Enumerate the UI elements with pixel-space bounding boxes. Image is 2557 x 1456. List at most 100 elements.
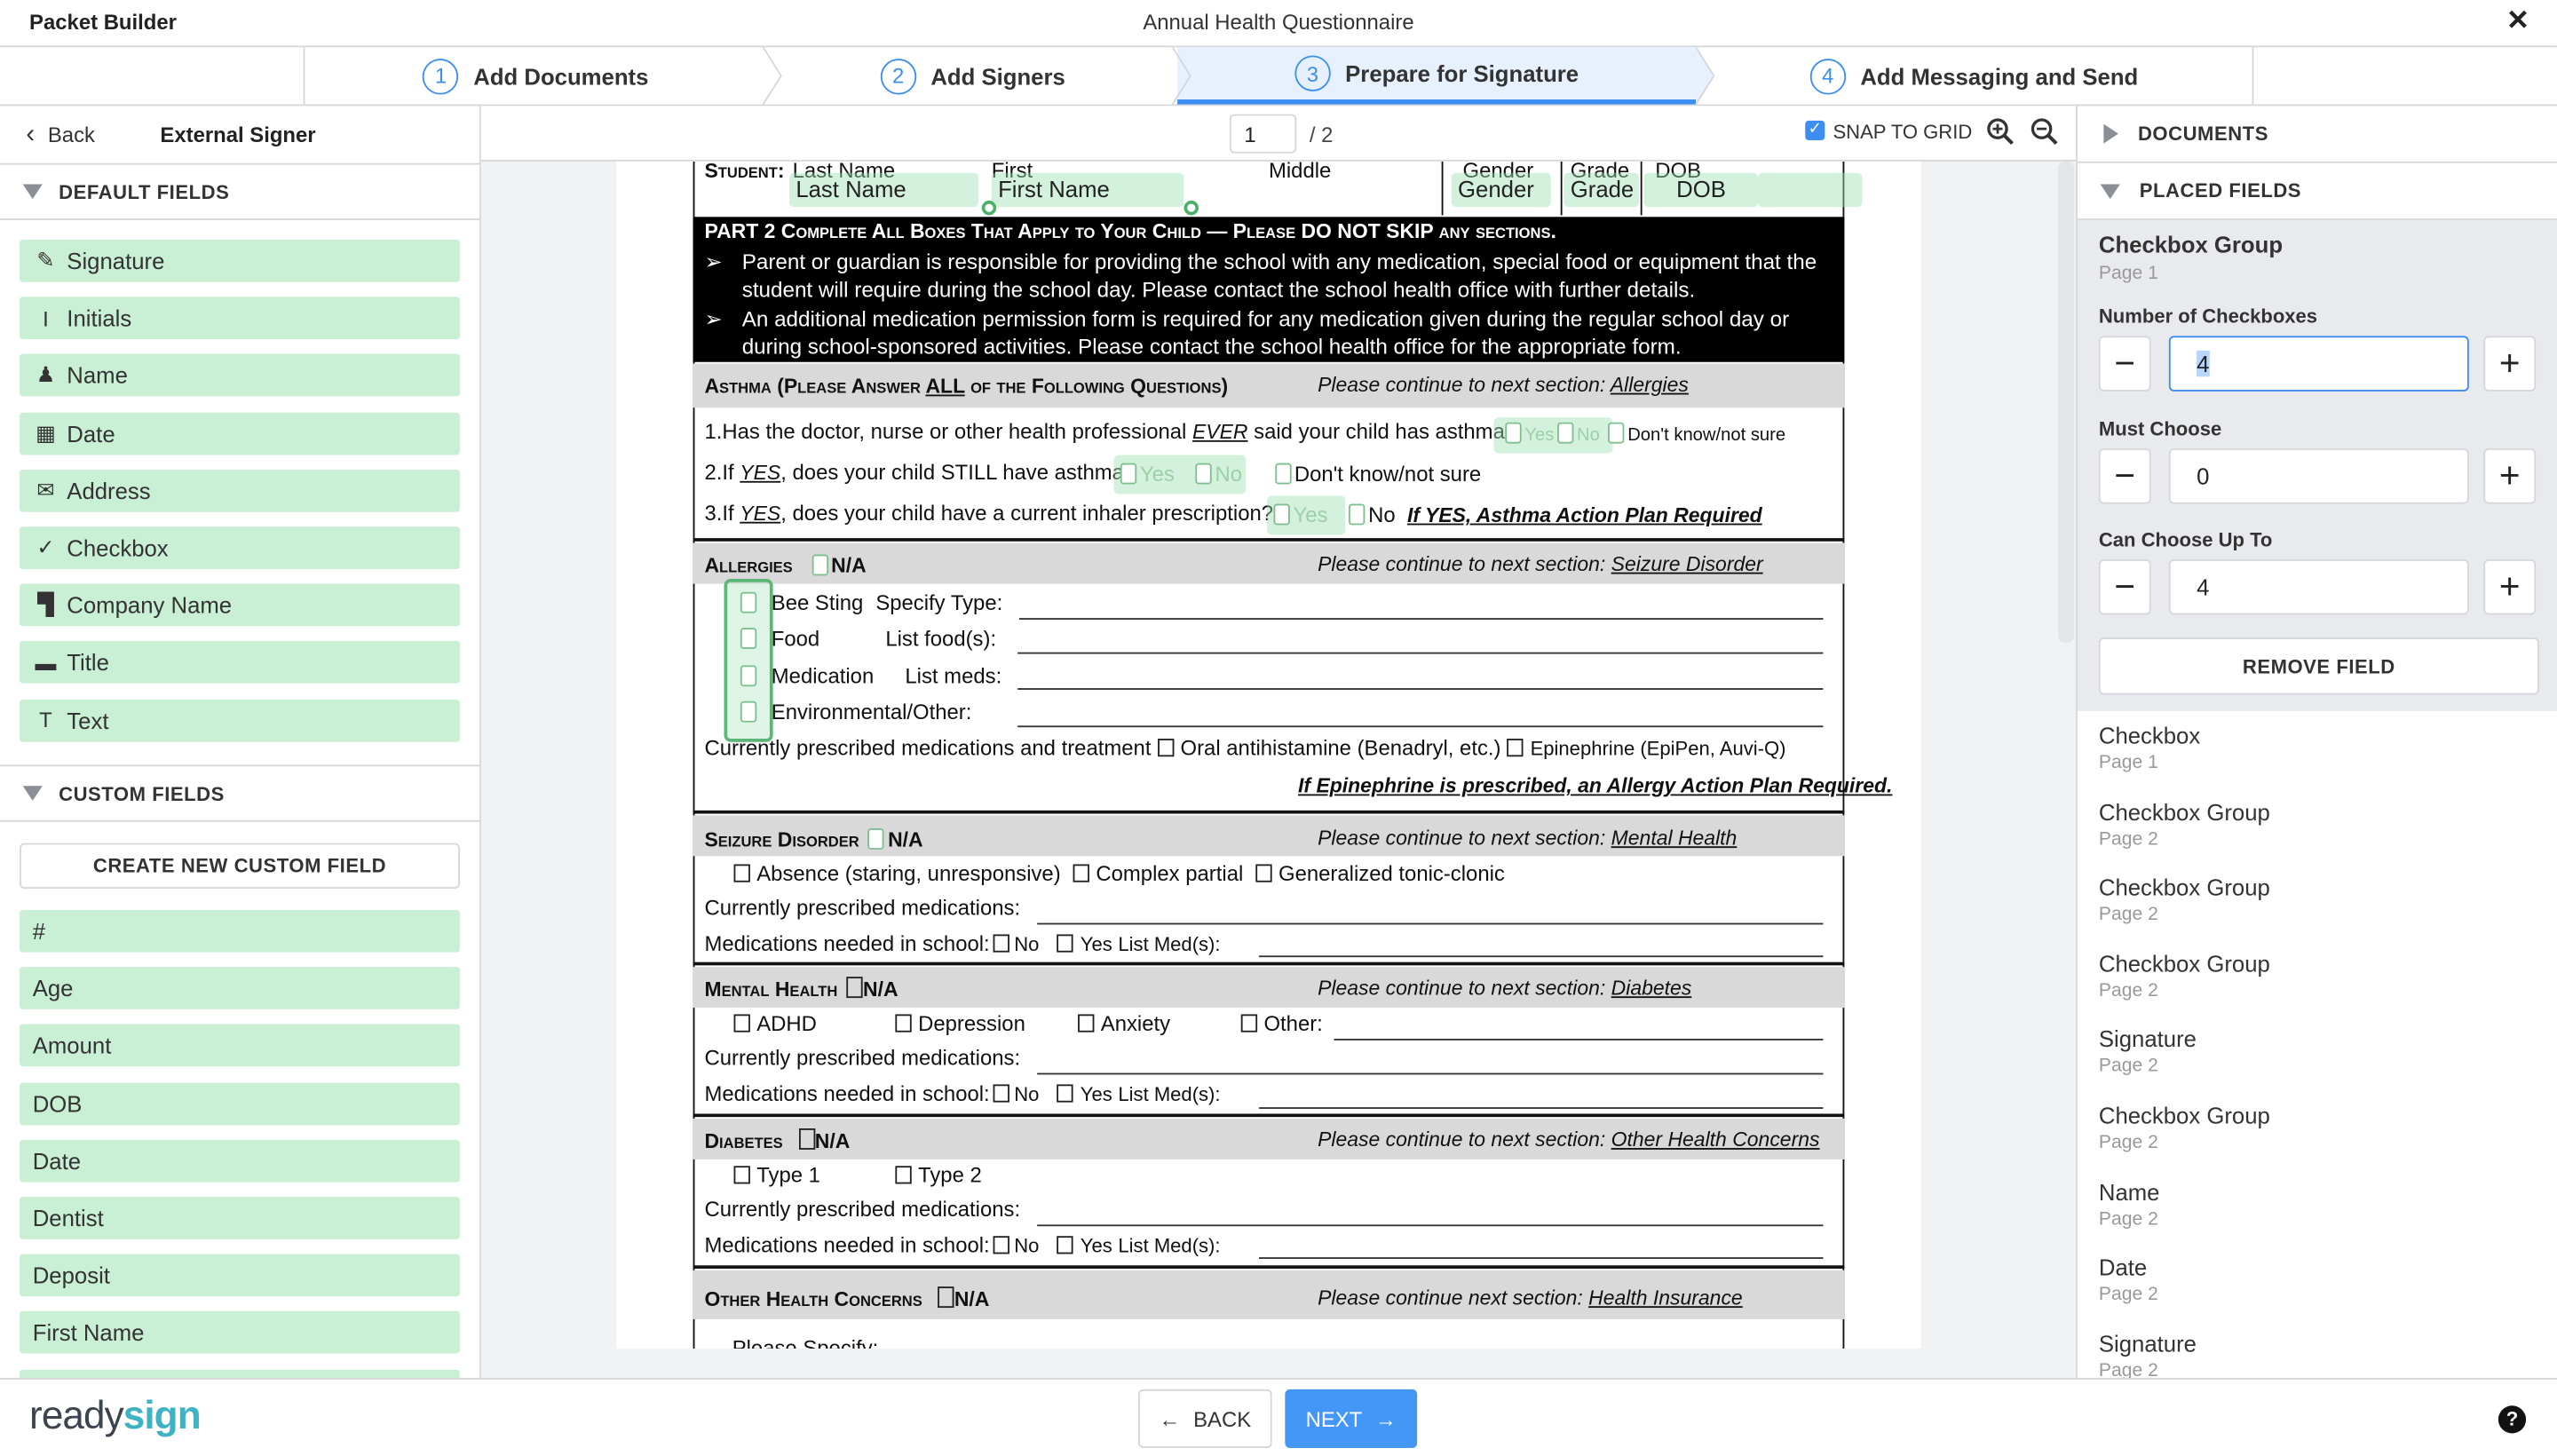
next-button[interactable]: NEXT →	[1285, 1389, 1418, 1449]
checkbox	[1255, 864, 1272, 882]
link-allergies[interactable]: Allergies	[1611, 374, 1689, 397]
document-text: No	[1577, 425, 1600, 446]
checkbox	[811, 554, 828, 576]
placed-fields-header[interactable]: PLACED FIELDS	[2077, 163, 2557, 220]
link-health-insurance[interactable]: Health Insurance	[1588, 1286, 1743, 1310]
document-text	[2002, 134, 2014, 146]
field-checkbox[interactable]: ✓ Checkbox	[20, 526, 460, 570]
checkbox	[740, 628, 757, 650]
placed-field-item[interactable]: Checkbox Group Page 2	[2099, 798, 2270, 849]
resize-handle[interactable]	[981, 200, 997, 216]
document-text: Depression	[889, 1011, 1025, 1035]
document-text: Mental Health N/A	[704, 977, 899, 1001]
placed-field-type: Name	[2098, 1178, 2160, 1205]
placed-field-item[interactable]: Checkbox Page 1	[2099, 723, 2200, 773]
field-title[interactable]: ▬ Title	[20, 641, 460, 684]
back-button[interactable]: ← BACK	[1138, 1389, 1272, 1449]
document-text: Asthma (Please Answer	[704, 375, 926, 399]
step-add-signers[interactable]: 2 Add Signers	[768, 47, 1177, 104]
placed-field-extra[interactable]	[1757, 172, 1863, 208]
step-add-messaging[interactable]: 4 Add Messaging and Send	[1696, 47, 2252, 104]
custom-field[interactable]: Dentist	[20, 1197, 460, 1239]
custom-field[interactable]: Amount	[20, 1025, 460, 1067]
help-icon[interactable]: ?	[2498, 1405, 2527, 1434]
placed-field-item[interactable]: Checkbox Group Page 2	[2099, 874, 2270, 925]
document-text: Please continue to next section:	[1318, 373, 1611, 397]
field-text[interactable]: T Text	[20, 699, 460, 741]
document-text	[693, 810, 1845, 814]
must-increment-button[interactable]: +	[2483, 448, 2537, 504]
num-decrement-button[interactable]: −	[2098, 336, 2151, 392]
document-text: N/A	[863, 978, 899, 1001]
remove-field-button[interactable]: REMOVE FIELD	[2098, 637, 2539, 695]
documents-header[interactable]: DOCUMENTS	[2077, 106, 2557, 163]
custom-field[interactable]: First Name	[20, 1311, 460, 1355]
field-label: Text	[67, 707, 109, 733]
placed-field-gender[interactable]: Gender	[1451, 172, 1551, 208]
back-link[interactable]: ‹ Back	[26, 120, 95, 149]
up-to-label: Can Choose Up To	[2098, 528, 2273, 551]
placed-field-item[interactable]: Signature Page 2	[2099, 1330, 2197, 1378]
custom-field[interactable]	[20, 1369, 460, 1379]
custom-field[interactable]: DOB	[20, 1081, 460, 1125]
field-initials[interactable]: I Initials	[20, 297, 460, 340]
placed-field-item[interactable]: Name Page 2	[2099, 1178, 2160, 1229]
document-text: Bee Sting	[771, 590, 864, 615]
document-text: Yes No If YES, Asthma Action Plan Requir…	[1271, 502, 1762, 526]
document-text: Please continue next section:	[1318, 1286, 1589, 1310]
placed-field-item[interactable]: Checkbox Group Page 2	[2099, 950, 2270, 1001]
placed-field-item[interactable]: Date Page 2	[2099, 1254, 2158, 1305]
upto-increment-button[interactable]: +	[2483, 558, 2537, 615]
up-to-input[interactable]: 4	[2168, 558, 2469, 615]
step-prepare-for-signature[interactable]: 3 Prepare for Signature	[1177, 47, 1697, 105]
close-icon[interactable]: ✕	[2506, 5, 2529, 38]
must-choose-input[interactable]: 0	[2168, 448, 2469, 504]
zoom-out-icon[interactable]	[2031, 117, 2060, 146]
field-signature[interactable]: ✎ Signature	[20, 239, 460, 282]
field-address[interactable]: ✉ Address	[20, 469, 460, 512]
divider	[303, 47, 305, 105]
num-checkboxes-input[interactable]: 4	[2168, 336, 2469, 392]
placed-field-item[interactable]: Signature Page 2	[2099, 1026, 2197, 1077]
link-mental-health[interactable]: Mental Health	[1611, 827, 1738, 850]
link-seizure-disorder[interactable]: Seizure Disorder	[1611, 553, 1763, 576]
document-text: Seizure Disorder N/A	[704, 827, 923, 851]
custom-field[interactable]: #	[20, 909, 460, 953]
scrollbar[interactable]	[2057, 161, 2075, 643]
default-fields-header[interactable]: DEFAULT FIELDS	[0, 162, 479, 220]
link-other-health[interactable]: Other Health Concerns	[1611, 1128, 1820, 1151]
custom-field[interactable]: Age	[20, 967, 460, 1010]
document-text: ADHD	[727, 1011, 817, 1035]
step-number: 1	[423, 58, 459, 94]
snap-to-grid-checkbox[interactable]: ✓	[1805, 120, 1825, 140]
placed-field-first-name[interactable]: First Name	[991, 172, 1184, 208]
custom-fields-header[interactable]: CUSTOM FIELDS	[0, 764, 479, 822]
step-add-documents[interactable]: 1 Add Documents	[304, 47, 768, 104]
field-company-name[interactable]: ▜ Company Name	[20, 583, 460, 627]
upto-decrement-button[interactable]: −	[2098, 558, 2151, 615]
selected-field-panel: Checkbox Group Page 1 Number of Checkbox…	[2077, 219, 2557, 711]
create-custom-field-button[interactable]: CREATE NEW CUSTOM FIELD	[20, 843, 460, 890]
placed-field-page: Page 2	[2098, 829, 2158, 850]
document-text: Allergies	[704, 554, 793, 578]
step-number: 3	[1294, 55, 1331, 91]
placed-field-type: Signature	[2098, 1330, 2197, 1357]
zoom-in-icon[interactable]	[1986, 117, 2015, 146]
must-decrement-button[interactable]: −	[2098, 448, 2151, 504]
resize-handle[interactable]	[1184, 200, 1199, 216]
custom-field[interactable]: Deposit	[20, 1254, 460, 1297]
document-text: said your child has asthma?	[1247, 419, 1517, 444]
num-increment-button[interactable]: +	[2483, 336, 2537, 392]
placed-field-last-name[interactable]: Last Name	[788, 172, 979, 208]
document-text: Diabetes	[704, 1129, 783, 1153]
placed-field-dob[interactable]: DOB	[1643, 172, 1758, 208]
placed-field-item[interactable]: Checkbox Group Page 2	[2099, 1103, 2270, 1153]
document-text: List Med(s):	[1118, 1082, 1221, 1106]
placed-field-grade[interactable]: Grade	[1563, 172, 1639, 208]
page-number-input[interactable]: 1	[1229, 114, 1297, 154]
custom-field[interactable]: Date	[20, 1139, 460, 1183]
link-diabetes[interactable]: Diabetes	[1611, 977, 1692, 1000]
field-date[interactable]: ▦ Date	[20, 411, 460, 455]
document-text	[737, 700, 760, 724]
field-name[interactable]: ♟ Name	[20, 354, 460, 398]
